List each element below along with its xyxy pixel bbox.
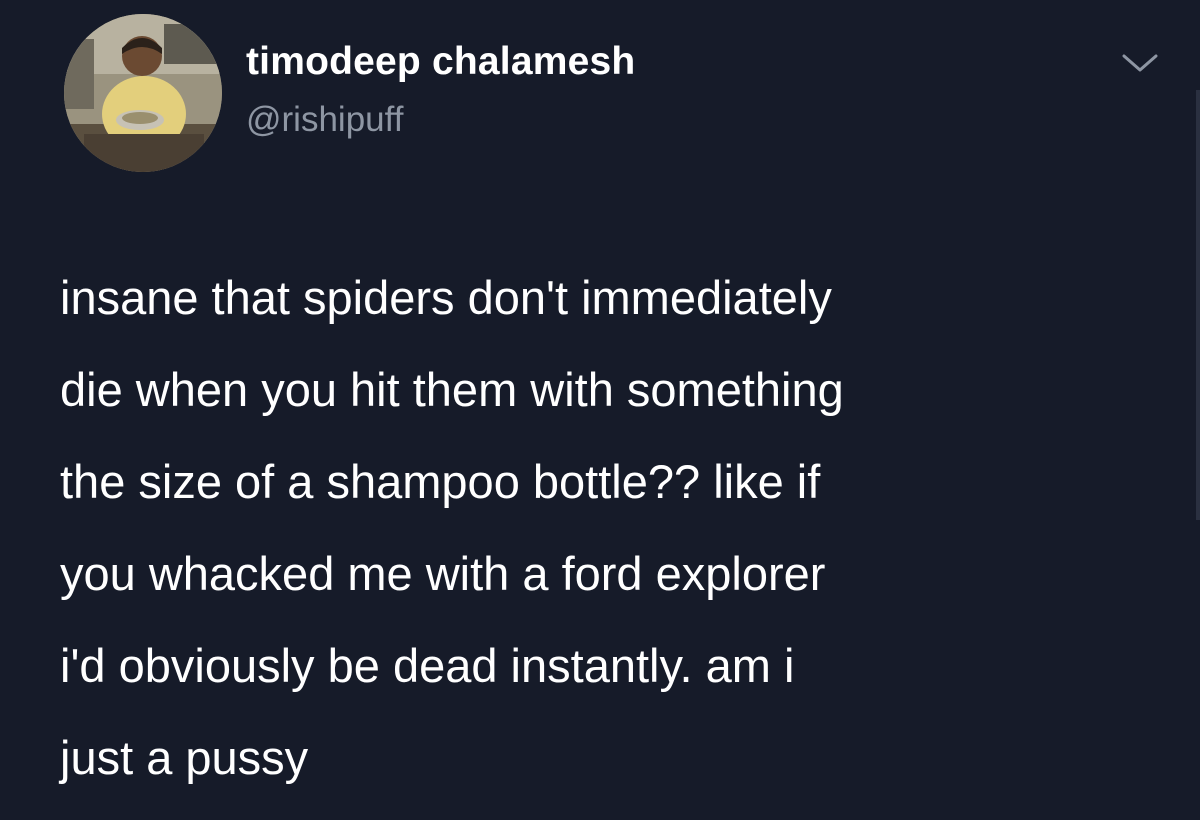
tweet-text: insane that spiders don't immediately di… — [60, 252, 1170, 804]
tweet-text-line: you whacked me with a ford explorer — [60, 547, 826, 600]
chevron-down-icon[interactable] — [1112, 46, 1168, 82]
tweet-text-line: die when you hit them with something — [60, 363, 844, 416]
author-display-name[interactable]: timodeep chalamesh — [246, 40, 635, 84]
tweet-text-line: just a pussy — [60, 731, 309, 784]
tweet-text-line: insane that spiders don't immediately — [60, 271, 832, 324]
profile-photo-icon — [64, 14, 222, 172]
tweet-card: timodeep chalamesh @rishipuff insane tha… — [0, 0, 1200, 820]
scrollbar-track[interactable] — [1196, 90, 1200, 520]
author-handle[interactable]: @rishipuff — [246, 100, 403, 140]
tweet-text-line: i'd obviously be dead instantly. am i — [60, 639, 795, 692]
tweet-text-line: the size of a shampoo bottle?? like if — [60, 455, 821, 508]
author-avatar[interactable] — [64, 14, 222, 172]
